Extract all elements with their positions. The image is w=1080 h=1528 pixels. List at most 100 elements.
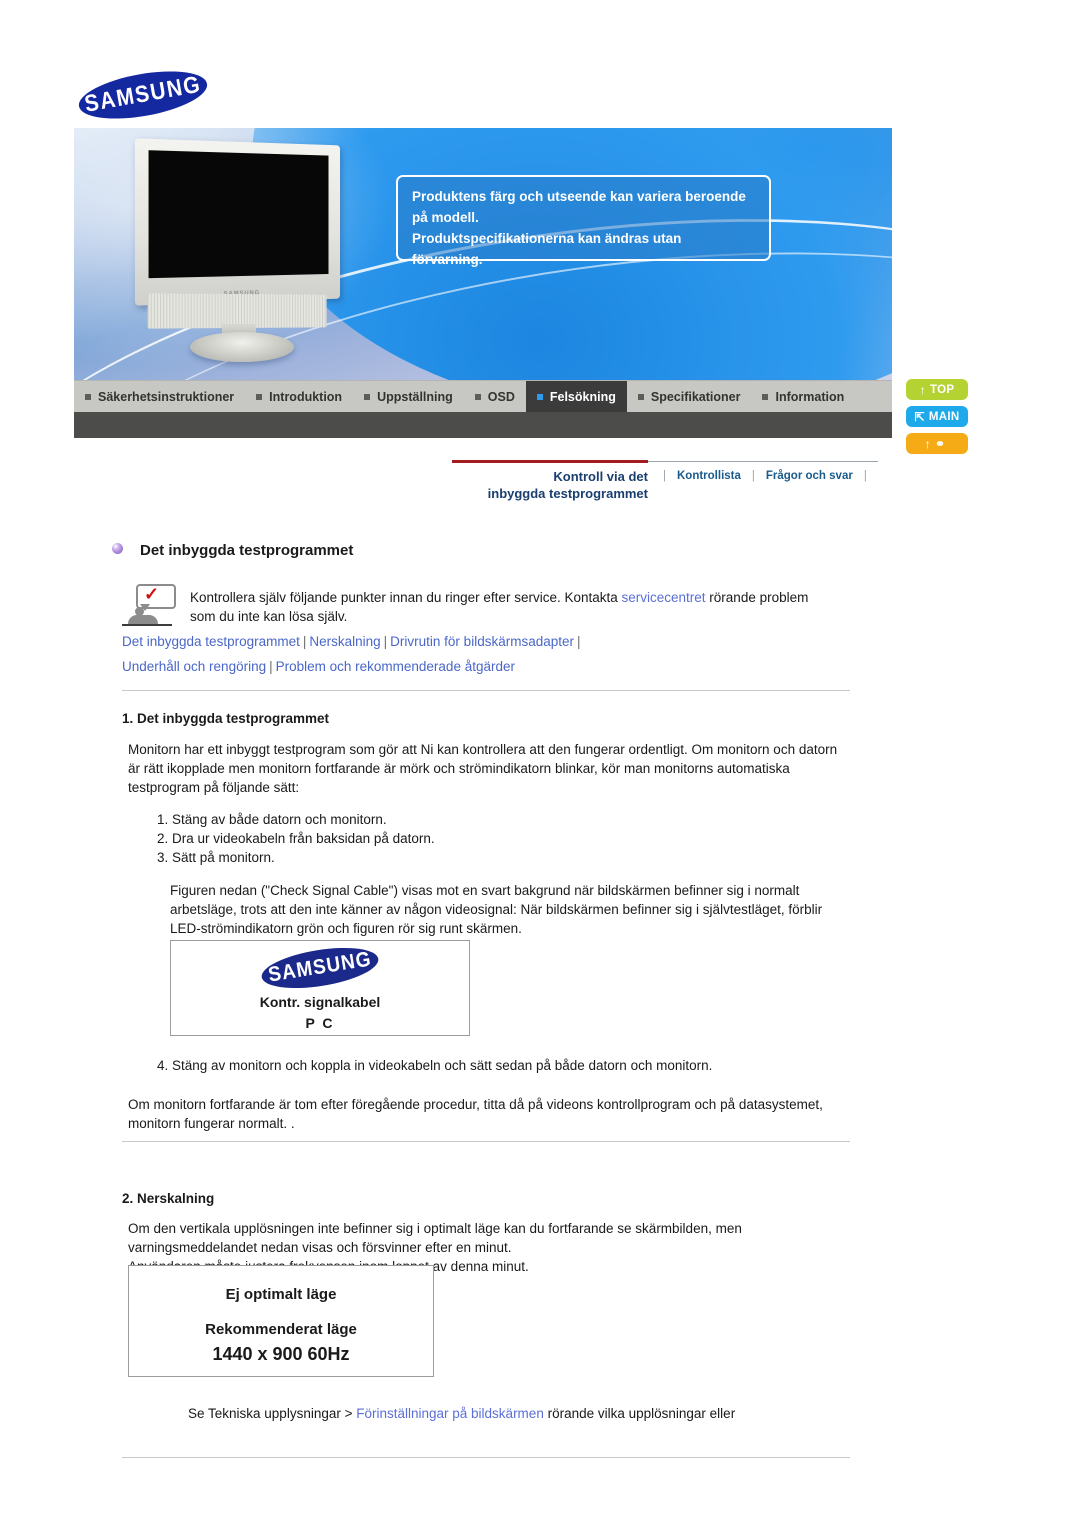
nav-item-information[interactable]: Information: [751, 381, 855, 413]
square-bullet-icon: [637, 394, 644, 400]
book-icon: ⚭: [934, 436, 946, 451]
nav-item-label: Information: [775, 390, 845, 404]
monitor-stand-base: [190, 332, 294, 362]
notice-line-1: Produktens färg och utseende kan variera…: [412, 189, 746, 204]
selftest-figure: SAMSUNG Kontr. signalkabel P C: [170, 940, 470, 1036]
square-bullet-icon: [762, 394, 769, 400]
subnav-link-list[interactable]: | Kontrollista | Frågor och svar |: [652, 470, 878, 482]
notice-line-3: Produktspecifikationerna kan ändras utan…: [412, 231, 682, 267]
nav-item-osd[interactable]: OSD: [464, 381, 526, 413]
quicklinks-row-2[interactable]: Underhåll och rengöring | Problem och reko…: [122, 657, 515, 676]
figure-samsung-logo: SAMSUNG: [258, 940, 382, 996]
nav-item-label: Introduktion: [269, 390, 343, 404]
link-separator: |: [302, 634, 307, 649]
notice-line-2: på modell.: [412, 210, 479, 225]
top-button-label: TOP: [929, 383, 955, 396]
arrow-up-icon: ↑: [924, 436, 931, 451]
square-bullet-icon: [474, 394, 481, 400]
nav-item-felsokning[interactable]: Felsökning: [525, 381, 627, 413]
section-1-paragraph-3: Om monitorn fortfarande är tom efter för…: [128, 1097, 823, 1131]
section-1-heading: 1. Det inbyggda testprogrammet: [122, 711, 330, 726]
monitor-bezel: SAMSUNG: [134, 138, 341, 306]
subnav-title-line2: inbyggda testprogrammet: [487, 486, 648, 501]
list-item: Sätt på monitorn.: [172, 848, 435, 867]
subnav-rule-gray: [648, 461, 878, 462]
divider: [122, 1457, 850, 1458]
square-bullet-icon: [85, 394, 91, 400]
banner-notice-box: Produktens färg och utseende kan variera…: [396, 175, 771, 267]
monitor-illustration: SAMSUNG: [126, 138, 356, 362]
forinstallningar-link[interactable]: Förinställningar på bildskärmen: [356, 1406, 544, 1421]
top-button[interactable]: ↑ TOP: [906, 379, 968, 400]
quicklink-underhall-och-rengoring[interactable]: Underhåll och rengöring: [122, 659, 266, 674]
servicecentret-link[interactable]: servicecentret: [622, 590, 706, 605]
list-item: Stäng av både datorn och monitorn.: [172, 810, 435, 829]
main-navigation[interactable]: Säkerhetsinstruktioner Introduktion Upps…: [74, 380, 892, 413]
square-bullet-icon: [256, 394, 263, 400]
square-bullet-icon: [536, 394, 543, 400]
person-with-checkmark-icon: ✓: [122, 584, 178, 628]
back-button[interactable]: ↑ ⚭: [906, 433, 968, 454]
section-2-heading: 2. Nerskalning: [122, 1191, 215, 1206]
desk-line-icon: [122, 624, 172, 626]
checkmark-icon: ✓: [144, 584, 160, 604]
person-body-icon: [128, 615, 158, 624]
samsung-logo-text: SAMSUNG: [82, 71, 204, 118]
page-title: Det inbyggda testprogrammet: [140, 542, 354, 559]
section-2-footer-paragraph: Se Tekniska upplysningar > Förinställnin…: [188, 1404, 868, 1423]
figure-resolution-text: 1440 x 900 60Hz: [212, 1344, 350, 1364]
intro-text-before: Kontrollera själv följande punkter innan…: [190, 590, 622, 605]
quicklink-det-inbyggda-testprogrammet[interactable]: Det inbyggda testprogrammet: [122, 634, 300, 649]
nav-underbar: [74, 412, 892, 438]
home-arrow-icon: ⇱: [914, 409, 925, 424]
quicklink-problem-och-rekommenderade-atgarder[interactable]: Problem och rekommenderade åtgärder: [276, 659, 515, 674]
square-bullet-icon: [364, 394, 371, 400]
section-1-step-list: Stäng av både datorn och monitorn. Dra u…: [140, 810, 435, 867]
bullet-ball-icon: [112, 543, 123, 554]
link-separator: |: [383, 634, 388, 649]
arrow-up-icon: ↑: [919, 382, 926, 397]
divider: [122, 690, 850, 691]
section-1-paragraph-2: Figuren nedan ("Check Signal Cable") vis…: [170, 883, 823, 936]
nav-item-label: Felsökning: [549, 390, 616, 404]
hero-banner: SAMSUNG Produktens färg och utseende kan…: [74, 128, 892, 380]
nav-item-uppstallning[interactable]: Uppställning: [353, 381, 464, 413]
nav-item-label: Specifikationer: [650, 390, 741, 404]
sub-navigation[interactable]: Kontroll via det inbyggda testprogrammet…: [452, 460, 878, 510]
subnav-link-fragor-och-svar[interactable]: Frågor och svar: [766, 470, 853, 482]
nav-item-specifikationer[interactable]: Specifikationer: [627, 381, 752, 413]
divider: [122, 1141, 850, 1142]
footer-text-after: rörande vilka upplösningar eller: [543, 1406, 736, 1421]
nav-item-label: OSD: [487, 390, 515, 404]
quicklink-nerskalning[interactable]: Nerskalning: [309, 634, 380, 649]
side-button-group[interactable]: ↑ TOP ⇱ MAIN ↑ ⚭: [906, 379, 970, 460]
subnav-title-line1: Kontroll via det: [553, 469, 648, 484]
nav-item-introduktion[interactable]: Introduktion: [245, 381, 353, 413]
samsung-logo: SAMSUNG: [75, 63, 211, 127]
nav-item-label: Säkerhetsinstruktioner: [98, 390, 235, 404]
link-separator: |: [269, 659, 273, 674]
samsung-logo-ellipse: SAMSUNG: [75, 63, 211, 127]
subnav-separator: |: [751, 470, 755, 482]
link-separator: |: [576, 634, 581, 649]
quicklink-drivrutin-bildskarmsadapter[interactable]: Drivrutin för bildskärmsadapter: [390, 634, 574, 649]
section-1-step-4-list: Stäng av monitorn och koppla in videokab…: [140, 1056, 712, 1075]
intro-paragraph: Kontrollera själv följande punkter innan…: [190, 588, 820, 626]
figure-not-optimum-text: Ej optimalt läge: [225, 1286, 337, 1303]
list-item: Dra ur videokabeln från baksidan på dato…: [172, 829, 435, 848]
subnav-rule-red: [452, 460, 648, 463]
figure-samsung-logo-text: SAMSUNG: [266, 947, 374, 988]
quicklinks-row-1[interactable]: Det inbyggda testprogrammet | Nerskalning |…: [122, 632, 584, 651]
figure-source-text: P C: [305, 1015, 335, 1031]
main-button-label: MAIN: [928, 410, 960, 423]
subnav-link-kontrollista[interactable]: Kontrollista: [677, 470, 741, 482]
figure-check-signal-cable-text: Kontr. signalkabel: [259, 994, 381, 1010]
subnav-active-title: Kontroll via det inbyggda testprogrammet: [452, 468, 648, 502]
nav-item-sakerhetsinstruktioner[interactable]: Säkerhetsinstruktioner: [74, 381, 245, 413]
main-button[interactable]: ⇱ MAIN: [906, 406, 968, 427]
monitor-screen: [148, 150, 329, 279]
subnav-separator: |: [663, 470, 666, 482]
section-1-paragraph: Monitorn har ett inbyggt testprogram som…: [128, 742, 838, 795]
figure-recommended-mode-text: Rekommenderat läge: [205, 1321, 357, 1338]
not-optimum-mode-figure: Ej optimalt läge Rekommenderat läge 1440…: [128, 1265, 434, 1377]
